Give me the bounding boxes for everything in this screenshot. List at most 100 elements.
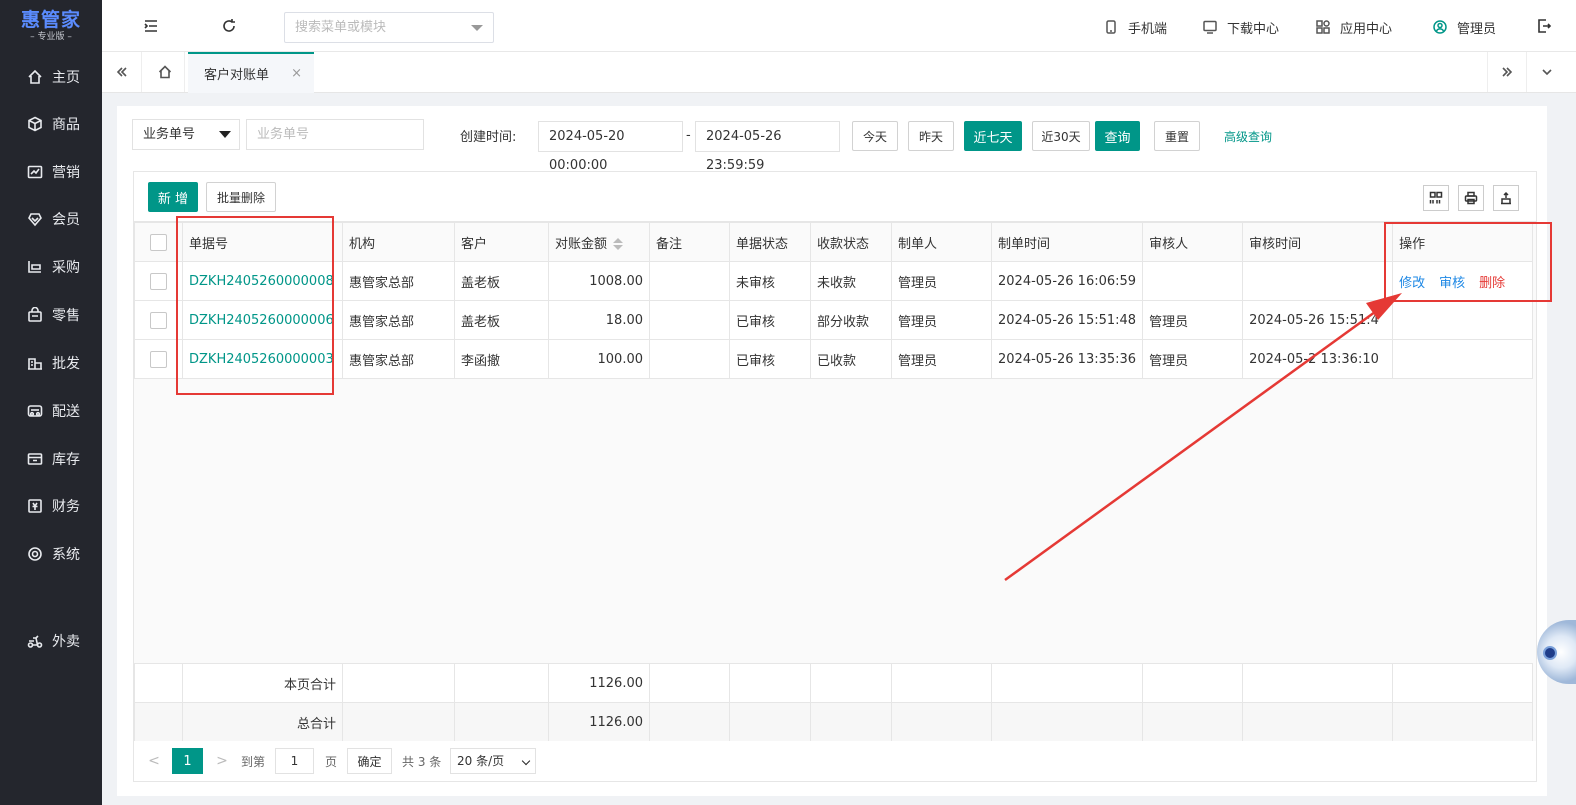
audit-button[interactable]: 审核 bbox=[1439, 276, 1465, 291]
maker-cell: 管理员 bbox=[891, 339, 992, 379]
date-to-input[interactable]: 2024-05-26 23:59:59 bbox=[695, 121, 840, 173]
doc-no-link[interactable]: DZKH2405260000003 bbox=[189, 352, 334, 367]
doc-no-cell: DZKH2405260000006 bbox=[182, 300, 343, 340]
reset-button[interactable]: 重置 bbox=[1154, 121, 1200, 151]
print-icon[interactable] bbox=[1458, 185, 1484, 211]
add-button[interactable]: 新 增 bbox=[148, 182, 198, 212]
sidebar-item-marketing[interactable]: 营销 bbox=[0, 152, 102, 192]
wholesale-icon bbox=[26, 354, 44, 372]
pagination: < 1 > 到第 1 页 确定 共 3 条 20 条/页 bbox=[134, 741, 1536, 781]
refresh-icon[interactable] bbox=[217, 14, 241, 38]
logout-icon[interactable] bbox=[1532, 14, 1556, 38]
sidebar-item-purchase[interactable]: 采购 bbox=[0, 247, 102, 287]
page-1-button[interactable]: 1 bbox=[172, 748, 203, 774]
last-30-days-button[interactable]: 近30天 bbox=[1032, 121, 1090, 151]
make-time-cell: 2024-05-26 16:06:59 bbox=[990, 261, 1144, 301]
org-cell: 惠管家总部 bbox=[342, 300, 455, 340]
doc-number-input[interactable]: 业务单号 bbox=[246, 119, 424, 150]
created-time-label: 创建时间: bbox=[460, 130, 517, 145]
menu-toggle-icon[interactable] bbox=[139, 14, 163, 38]
tab-bar: 客户对账单 × bbox=[102, 52, 1576, 93]
table-row: DZKH2405260000003 惠管家总部 李函撤 100.00 已审核 已… bbox=[134, 339, 1534, 379]
box-icon bbox=[26, 115, 44, 133]
prev-page-button[interactable]: < bbox=[144, 751, 164, 771]
pay-status-cell: 部分收款 bbox=[810, 300, 892, 340]
close-icon[interactable]: × bbox=[291, 66, 302, 81]
purchase-icon bbox=[26, 258, 44, 276]
chevron-down-icon bbox=[471, 25, 483, 31]
date-from-input[interactable]: 2024-05-20 00:00:00 bbox=[538, 121, 683, 173]
next-page-button[interactable]: > bbox=[212, 751, 232, 771]
top-bar: 搜索菜单或模块 手机端 下载中心 应用中心 管理员 bbox=[102, 0, 1576, 52]
remark-cell bbox=[649, 339, 730, 379]
sidebar-item-retail[interactable]: 零售 bbox=[0, 295, 102, 335]
logo[interactable]: 惠管家 – 专业版 – bbox=[0, 0, 102, 52]
sidebar-item-home[interactable]: 主页 bbox=[0, 57, 102, 97]
sidebar-item-wholesale[interactable]: 批发 bbox=[0, 343, 102, 383]
today-button[interactable]: 今天 bbox=[852, 121, 898, 151]
row-checkbox[interactable] bbox=[150, 311, 167, 329]
tabs-menu-chevron-down-icon[interactable] bbox=[1527, 52, 1567, 92]
col-remark: 备注 bbox=[649, 222, 730, 262]
edit-button[interactable]: 修改 bbox=[1399, 276, 1425, 291]
user-menu[interactable]: 管理员 bbox=[1433, 17, 1496, 37]
columns-icon[interactable] bbox=[1423, 185, 1449, 211]
row-checkbox[interactable] bbox=[150, 350, 167, 368]
phone-icon bbox=[1106, 20, 1116, 34]
sidebar-item-label: 库存 bbox=[52, 452, 80, 468]
mobile-link[interactable]: 手机端 bbox=[1104, 17, 1167, 37]
settings-icon bbox=[26, 545, 44, 563]
tabs-scroll-left-icon[interactable] bbox=[102, 52, 142, 92]
remark-cell bbox=[649, 261, 730, 301]
sidebar-item-goods[interactable]: 商品 bbox=[0, 104, 102, 144]
goto-page-input[interactable]: 1 bbox=[275, 748, 314, 774]
field-select[interactable]: 业务单号 bbox=[132, 119, 240, 150]
audit-time-cell: 2024-05-26 15:51:4 bbox=[1242, 300, 1394, 340]
yesterday-button[interactable]: 昨天 bbox=[908, 121, 954, 151]
doc-no-link[interactable]: DZKH2405260000008 bbox=[189, 274, 334, 289]
finance-icon bbox=[26, 497, 44, 515]
customer-cell: 盖老板 bbox=[454, 261, 549, 301]
app-center-label: 应用中心 bbox=[1340, 21, 1393, 37]
sidebar-item-finance[interactable]: 财务 bbox=[0, 486, 102, 526]
tabs-scroll-right-icon[interactable] bbox=[1487, 52, 1527, 92]
col-org: 机构 bbox=[342, 222, 455, 262]
goto-confirm-button[interactable]: 确定 bbox=[347, 748, 392, 774]
delete-button[interactable]: 删除 bbox=[1479, 276, 1505, 291]
query-button[interactable]: 查询 bbox=[1095, 121, 1140, 151]
select-all-checkbox[interactable] bbox=[150, 233, 167, 251]
sidebar-item-takeaway[interactable]: 外卖 bbox=[0, 621, 102, 661]
page-total-label: 本页合计 bbox=[182, 663, 343, 703]
export-icon[interactable] bbox=[1493, 185, 1519, 211]
statement-table: 单据号 机构 客户 对账金额 备注 单据状态 收款状态 制单人 制单时间 审核人… bbox=[134, 222, 1534, 379]
home-tab-icon[interactable] bbox=[145, 52, 185, 92]
sidebar-item-delivery[interactable]: 配送 bbox=[0, 391, 102, 431]
advanced-query-link[interactable]: 高级查询 bbox=[1224, 128, 1272, 145]
grand-total-amount: 1126.00 bbox=[548, 702, 650, 742]
sidebar-item-member[interactable]: 会员 bbox=[0, 199, 102, 239]
page-size-select[interactable]: 20 条/页 bbox=[450, 748, 536, 774]
menu-search-select[interactable]: 搜索菜单或模块 bbox=[284, 12, 494, 43]
batch-delete-button[interactable]: 批量删除 bbox=[206, 182, 276, 212]
pay-status-cell: 已收款 bbox=[810, 339, 892, 379]
doc-no-cell: DZKH2405260000008 bbox=[182, 261, 343, 301]
sort-icon[interactable] bbox=[613, 238, 624, 250]
doc-no-link[interactable]: DZKH2405260000006 bbox=[189, 313, 334, 328]
row-checkbox[interactable] bbox=[150, 272, 167, 290]
maker-cell: 管理员 bbox=[891, 300, 992, 340]
ops-cell: 修改 审核 删除 bbox=[1392, 261, 1534, 301]
app-center-link[interactable]: 应用中心 bbox=[1316, 17, 1392, 37]
doc-status-cell: 未审核 bbox=[729, 261, 811, 301]
page-total-row: 本页合计 1126.00 bbox=[134, 663, 1533, 703]
sidebar-item-system[interactable]: 系统 bbox=[0, 534, 102, 574]
user-name: 管理员 bbox=[1457, 21, 1497, 37]
last-7-days-button[interactable]: 近七天 bbox=[964, 121, 1022, 151]
customer-cell: 李函撤 bbox=[454, 339, 549, 379]
download-center-link[interactable]: 下载中心 bbox=[1203, 17, 1279, 37]
tab-customer-statement[interactable]: 客户对账单 × bbox=[188, 52, 314, 93]
table-row: DZKH2405260000008 惠管家总部 盖老板 1008.00 未审核 … bbox=[134, 261, 1534, 301]
sidebar-item-inventory[interactable]: 库存 bbox=[0, 439, 102, 479]
search-placeholder: 搜索菜单或模块 bbox=[295, 20, 387, 35]
col-amount[interactable]: 对账金额 bbox=[548, 222, 650, 262]
sidebar-item-label: 营销 bbox=[52, 165, 80, 181]
